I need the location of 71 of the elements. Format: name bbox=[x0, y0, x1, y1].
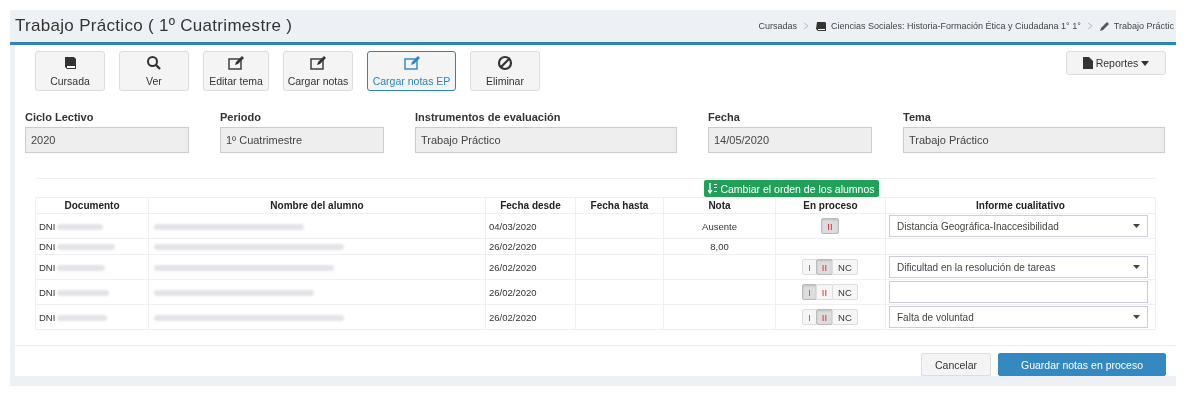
report-input-field[interactable] bbox=[889, 281, 1148, 303]
document-type: DNI bbox=[39, 220, 56, 232]
save-button[interactable]: Guardar notas en proceso bbox=[998, 353, 1166, 376]
sort-icon bbox=[708, 183, 719, 194]
column-header: Documento bbox=[35, 197, 149, 214]
chevron-icon bbox=[1086, 22, 1093, 30]
column-header: Nota bbox=[663, 197, 776, 214]
reports-dropdown-button[interactable]: Reportes bbox=[1066, 51, 1166, 75]
field-label: Tema bbox=[903, 111, 932, 123]
breadcrumb-link[interactable]: Cursadas bbox=[758, 21, 797, 31]
document-icon bbox=[1082, 57, 1093, 69]
table-cell: 26/02/2020 bbox=[489, 311, 537, 323]
edit-icon bbox=[403, 55, 420, 71]
grade-cell: Ausente bbox=[702, 220, 737, 232]
caret-icon bbox=[1133, 224, 1140, 228]
toolbar-button[interactable]: Editar tema bbox=[203, 51, 269, 91]
breadcrumb-link[interactable]: Trabajo Práctic bbox=[1113, 21, 1174, 31]
ban-icon bbox=[497, 55, 513, 71]
report-dropdown[interactable]: Falta de voluntad bbox=[889, 306, 1148, 328]
toolbar-button[interactable]: Cargar notas EP bbox=[367, 51, 456, 91]
pencil-icon bbox=[1098, 20, 1110, 32]
readonly-field: Trabajo Práctico bbox=[903, 127, 1165, 153]
caret-icon bbox=[1133, 265, 1140, 269]
toolbar-button[interactable]: Eliminar bbox=[470, 51, 540, 91]
search-icon bbox=[146, 55, 162, 71]
table-cell: 26/02/2020 bbox=[489, 241, 537, 252]
edit-icon bbox=[310, 55, 326, 71]
readonly-field: 1º Cuatrimestre bbox=[220, 127, 384, 153]
redacted-number bbox=[57, 265, 106, 271]
field-label: Ciclo Lectivo bbox=[25, 111, 95, 123]
redacted-number bbox=[57, 224, 104, 230]
column-header: Fecha desde bbox=[485, 197, 576, 214]
breadcrumb-link[interactable]: Ciencias Sociales: Historia-Formación Ética y Ciudadana 1° 1° bbox=[831, 21, 1081, 31]
document-type: DNI bbox=[39, 311, 56, 323]
table-cell: 26/02/2020 bbox=[489, 261, 537, 273]
redacted-number bbox=[57, 244, 116, 251]
readonly-field: 2020 bbox=[25, 127, 189, 153]
grade-cell: 8,00 bbox=[710, 241, 729, 252]
process-toggle[interactable]: NC bbox=[832, 259, 858, 275]
redacted-number bbox=[57, 315, 108, 321]
column-header: Informe cualitativo bbox=[885, 197, 1156, 214]
report-dropdown[interactable]: Dificultad en la resolución de tareas bbox=[889, 256, 1148, 278]
field-label: Instrumentos de evaluación bbox=[415, 111, 562, 123]
report-dropdown[interactable]: Distancia Geográfica-Inaccesibilidad bbox=[889, 215, 1148, 237]
toolbar-button[interactable]: Ver bbox=[119, 51, 189, 91]
edit-icon bbox=[228, 55, 244, 71]
chevron-icon bbox=[803, 22, 809, 30]
column-header: En proceso bbox=[775, 197, 886, 214]
readonly-field: 14/05/2020 bbox=[708, 127, 872, 153]
cancel-button[interactable]: Cancelar bbox=[920, 353, 991, 376]
book-icon bbox=[815, 20, 827, 32]
process-toggle[interactable]: II bbox=[815, 284, 834, 300]
document-type: DNI bbox=[39, 261, 56, 273]
document-type: DNI bbox=[39, 286, 56, 298]
document-type: DNI bbox=[39, 241, 56, 252]
page-title: Trabajo Práctico ( 1º Cuatrimestre ) bbox=[15, 16, 293, 36]
toolbar-button[interactable]: Cursada bbox=[35, 51, 105, 91]
field-label: Periodo bbox=[220, 111, 262, 123]
column-header: Fecha hasta bbox=[575, 197, 664, 214]
book-icon bbox=[62, 55, 78, 71]
table-cell: 04/03/2020 bbox=[489, 220, 537, 232]
toolbar-button[interactable]: Cargar notas bbox=[283, 51, 353, 91]
field-label: Fecha bbox=[708, 111, 741, 123]
caret-icon bbox=[1133, 315, 1140, 319]
redacted-number bbox=[57, 290, 110, 296]
table-cell: 26/02/2020 bbox=[489, 286, 537, 298]
process-toggle[interactable]: NC bbox=[832, 284, 858, 300]
column-header: Nombre del alumno bbox=[148, 197, 486, 214]
readonly-field: Trabajo Práctico bbox=[415, 127, 677, 153]
caret-icon bbox=[1141, 60, 1150, 66]
process-toggle[interactable]: NC bbox=[832, 309, 858, 325]
